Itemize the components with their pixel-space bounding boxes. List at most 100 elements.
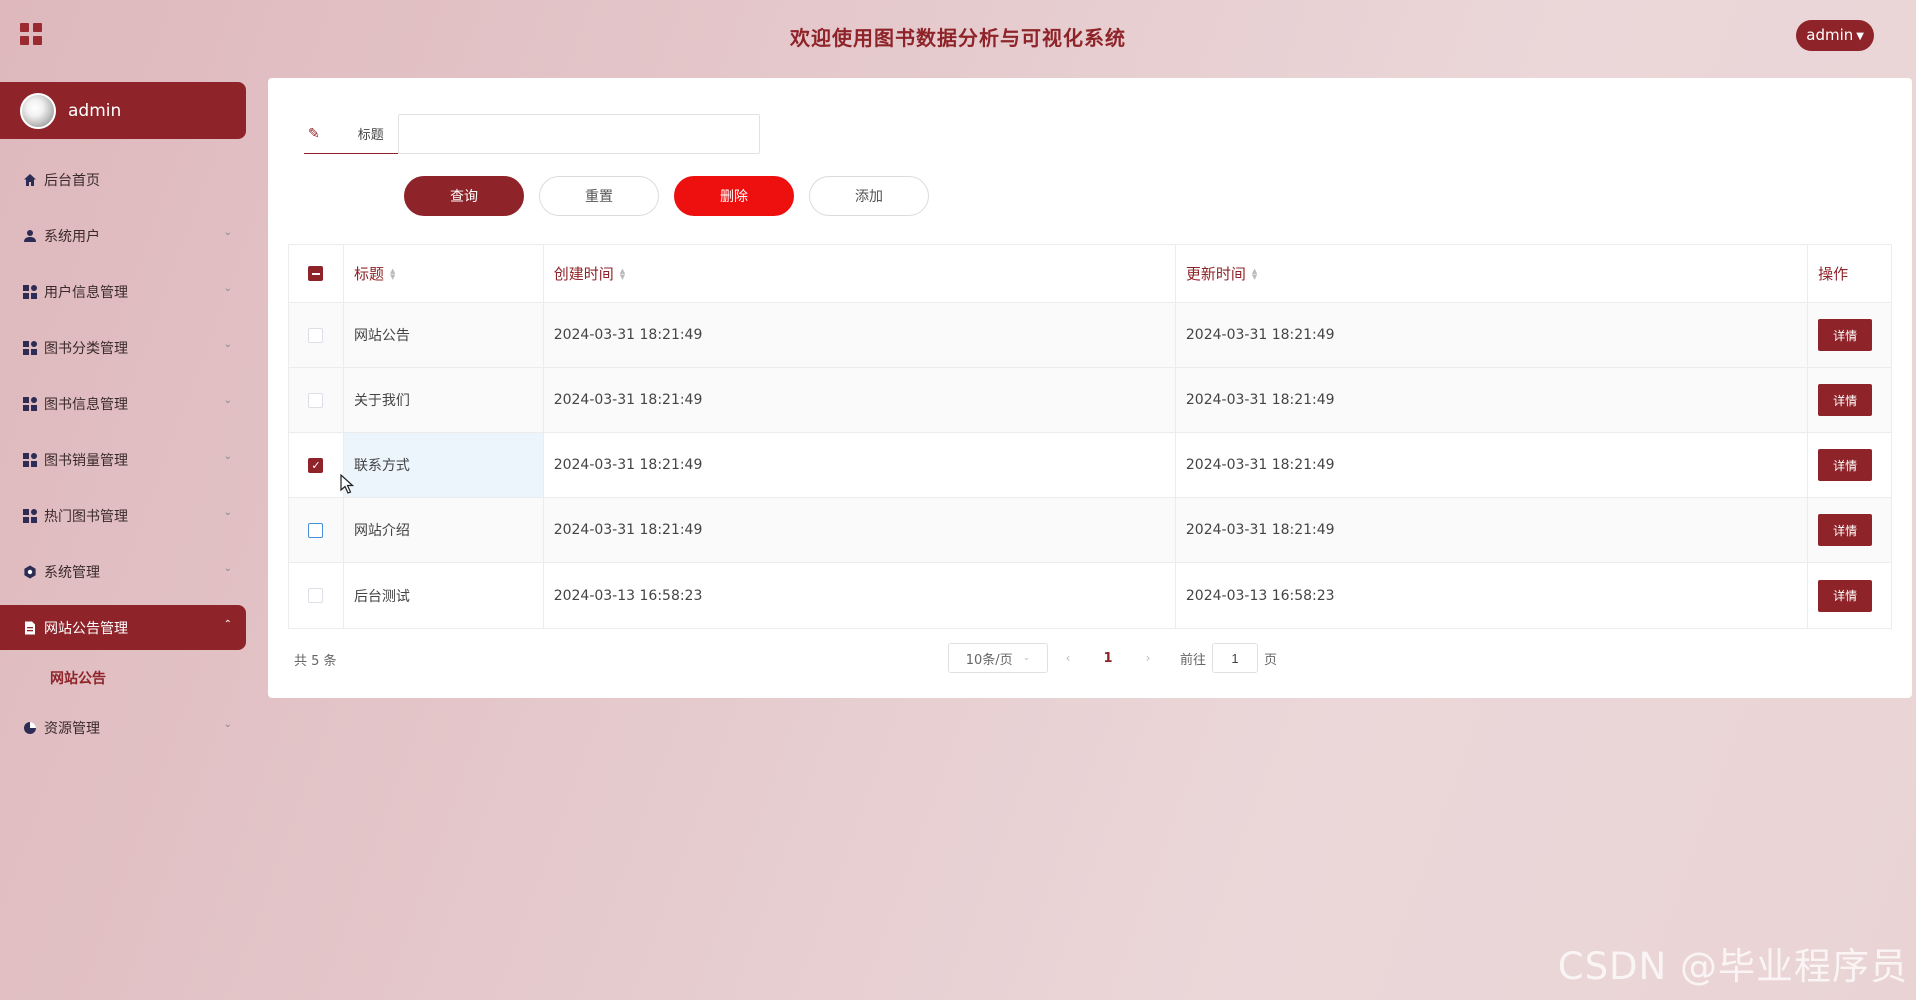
action-buttons: 查询 重置 删除 添加: [404, 176, 929, 216]
detail-button[interactable]: 详情: [1818, 514, 1873, 546]
sidebar-profile[interactable]: admin: [0, 82, 246, 139]
search-label: 标题: [357, 128, 384, 143]
detail-button[interactable]: 详情: [1818, 384, 1873, 416]
chevron-down-icon: ⌄: [223, 339, 232, 350]
table-row: ✓ 联系方式 2024-03-31 18:21:49 2024-03-31 18…: [289, 433, 1891, 498]
cell-updated: 2024-03-31 18:21:49: [1176, 498, 1809, 562]
submenu-item-announcement[interactable]: 网站公告: [0, 656, 246, 700]
table-row: 后台测试 2024-03-13 16:58:23 2024-03-13 16:5…: [289, 563, 1891, 628]
chevron-down-icon: ⌄: [223, 283, 232, 294]
dashboard-icon: [22, 284, 38, 300]
sidebar-item-label: 图书分类管理: [44, 341, 128, 357]
cell-created: 2024-03-31 18:21:49: [544, 498, 1176, 562]
sidebar-item-label: 图书销量管理: [44, 453, 128, 469]
sidebar-item-system-management[interactable]: 系统管理 ⌄: [0, 544, 246, 600]
page-size-select[interactable]: 10条/页 ⌄: [948, 643, 1048, 673]
row-checkbox[interactable]: ✓: [308, 457, 324, 473]
detail-button[interactable]: 详情: [1818, 319, 1873, 351]
sidebar-item-announcements[interactable]: 网站公告管理 ⌃: [0, 605, 246, 650]
row-checkbox[interactable]: [308, 522, 324, 538]
row-checkbox-cell: [289, 498, 344, 562]
sidebar: admin 后台首页 系统用户 ⌄ 用户信息管理 ⌄ 图书分类管理 ⌄ 图书信息…: [0, 82, 246, 756]
chevron-down-icon: ⌄: [223, 451, 232, 462]
chevron-down-icon: ⌄: [223, 227, 232, 238]
cell-title: 网站公告: [344, 303, 544, 367]
column-header-title[interactable]: 标题 ▲ ▼: [344, 245, 544, 302]
gear-icon: [22, 564, 38, 580]
detail-button[interactable]: 详情: [1818, 449, 1873, 481]
next-page-icon[interactable]: ›: [1128, 651, 1168, 665]
profile-name: admin: [68, 100, 122, 121]
goto-prefix: 前往: [1180, 652, 1207, 668]
sidebar-item-book-category[interactable]: 图书分类管理 ⌄: [0, 320, 246, 376]
chevron-down-icon: ⌄: [1022, 653, 1031, 663]
cell-actions: 详情: [1808, 498, 1891, 562]
cell-title: 联系方式: [343, 433, 544, 497]
sidebar-item-book-sales[interactable]: 图书销量管理 ⌄: [0, 432, 246, 488]
chevron-down-icon: ⌄: [223, 395, 232, 406]
cell-updated: 2024-03-31 18:21:49: [1176, 433, 1809, 497]
sidebar-item-book-info[interactable]: 图书信息管理 ⌄: [0, 376, 246, 432]
sidebar-item-hot-books[interactable]: 热门图书管理 ⌄: [0, 488, 246, 544]
dashboard-icon: [22, 508, 38, 524]
column-header-label: 创建时间: [553, 265, 614, 283]
cell-updated: 2024-03-13 16:58:23: [1176, 563, 1809, 628]
cell-created: 2024-03-31 18:21:49: [544, 368, 1176, 432]
table-row: 关于我们 2024-03-31 18:21:49 2024-03-31 18:2…: [289, 368, 1891, 433]
row-checkbox-cell: [289, 563, 344, 628]
query-button[interactable]: 查询: [404, 176, 524, 216]
row-checkbox[interactable]: [308, 588, 324, 603]
prev-page-icon[interactable]: ‹: [1048, 651, 1088, 665]
sidebar-item-label: 后台首页: [44, 173, 100, 189]
page-size-value: 10条/页: [965, 652, 1013, 668]
cell-actions: 详情: [1808, 368, 1891, 432]
delete-button[interactable]: 删除: [674, 176, 794, 216]
sort-icon[interactable]: ▲ ▼: [390, 267, 395, 280]
add-button[interactable]: 添加: [809, 176, 929, 216]
title-search-input[interactable]: [398, 114, 760, 154]
row-checkbox[interactable]: [308, 392, 324, 408]
chevron-down-icon: ▼: [1856, 31, 1864, 42]
sidebar-item-system-users[interactable]: 系统用户 ⌄: [0, 208, 246, 264]
sidebar-item-home[interactable]: 后台首页: [0, 152, 246, 208]
user-menu-button[interactable]: admin ▼: [1796, 20, 1874, 51]
user-icon: [22, 228, 38, 244]
cell-title: 后台测试: [344, 563, 544, 628]
chevron-up-icon: ⌃: [223, 619, 232, 630]
dashboard-icon: [22, 340, 38, 356]
watermark: CSDN @毕业程序员: [1557, 945, 1908, 988]
detail-button[interactable]: 详情: [1818, 579, 1873, 612]
dashboard-icon: [22, 396, 38, 412]
avatar: [20, 92, 56, 129]
sort-icon[interactable]: ▲ ▼: [1252, 267, 1257, 280]
column-header-created[interactable]: 创建时间 ▲ ▼: [544, 245, 1176, 302]
search-row: ✎ 标题: [304, 114, 760, 154]
user-menu-label: admin: [1806, 26, 1854, 44]
dashboard-icon: [22, 452, 38, 468]
sidebar-item-label: 资源管理: [44, 721, 100, 737]
column-header-updated[interactable]: 更新时间 ▲ ▼: [1176, 245, 1809, 302]
chevron-down-icon: ⌄: [223, 563, 232, 574]
reset-button[interactable]: 重置: [539, 176, 659, 216]
cell-actions: 详情: [1808, 433, 1891, 497]
sort-icon[interactable]: ▲ ▼: [620, 267, 625, 280]
app-title: 欢迎使用图书数据分析与可视化系统: [790, 26, 1126, 50]
row-checkbox[interactable]: [308, 327, 324, 343]
sidebar-item-resources[interactable]: 资源管理 ⌄: [0, 700, 246, 756]
cell-updated: 2024-03-31 18:21:49: [1176, 303, 1809, 367]
cell-actions: 详情: [1808, 563, 1891, 628]
pen-icon: ✎: [308, 125, 320, 142]
row-checkbox-cell: [289, 368, 344, 432]
total-count: 共 5 条: [294, 654, 337, 669]
page-number[interactable]: 1: [1088, 651, 1128, 666]
sidebar-item-user-info[interactable]: 用户信息管理 ⌄: [0, 264, 246, 320]
column-header-label: 操作: [1818, 265, 1849, 283]
announcement-table: 标题 ▲ ▼ 创建时间 ▲ ▼ 更新时间 ▲ ▼ 操作 网站公告 2024-03-31…: [288, 244, 1892, 629]
sidebar-item-label: 系统用户: [44, 229, 100, 245]
document-icon: [22, 620, 38, 636]
table-row: 网站公告 2024-03-31 18:21:49 2024-03-31 18:2…: [289, 303, 1891, 368]
select-all-checkbox[interactable]: [308, 266, 324, 281]
cell-actions: 详情: [1808, 303, 1891, 367]
goto-page-input[interactable]: [1212, 643, 1259, 673]
sidebar-item-label: 图书信息管理: [44, 397, 128, 413]
